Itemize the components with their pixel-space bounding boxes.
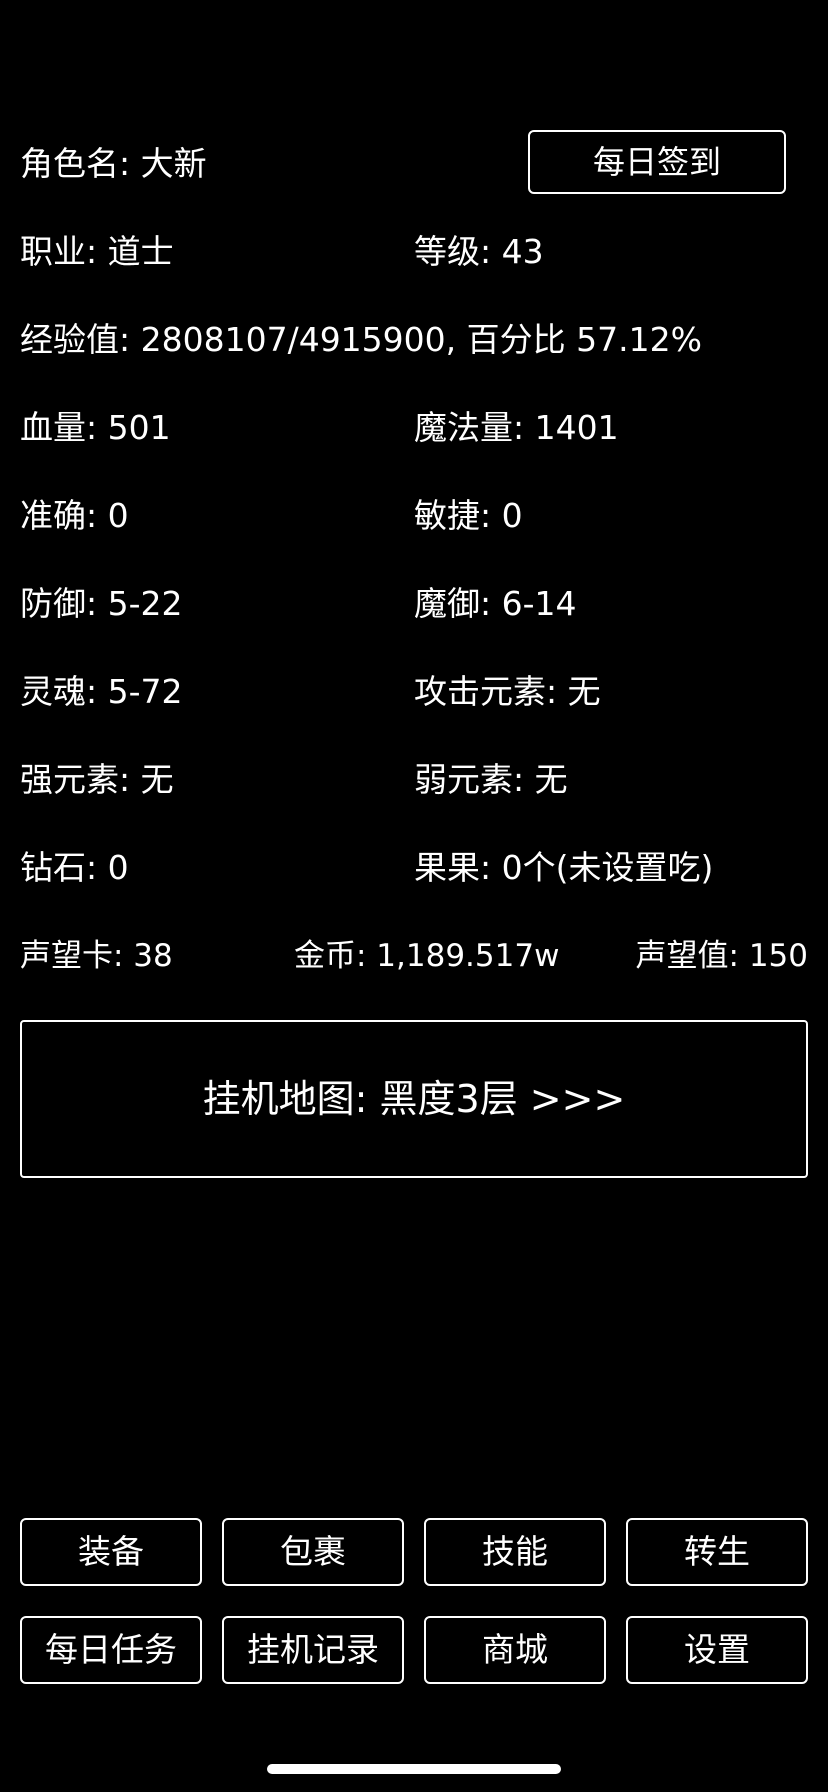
magic-defense-value: 魔御: 6-14 [414, 584, 577, 623]
reputation-value: 声望值: 150 [635, 938, 808, 974]
attack-element-value: 攻击元素: 无 [414, 672, 601, 711]
home-indicator[interactable] [267, 1764, 561, 1774]
exp-row: 经验值: 2808107/4915900, 百分比 57.12% [20, 318, 808, 362]
strong-element-value: 强元素: 无 [20, 760, 174, 799]
agility-value: 敏捷: 0 [414, 496, 523, 535]
diamond-fruit-row: 钻石: 0 果果: 0个(未设置吃) [20, 846, 808, 890]
currency-row: 声望卡: 38 金币: 1,189.517w 声望值: 150 [20, 934, 808, 978]
soul-value: 灵魂: 5-72 [20, 672, 183, 711]
hp-value: 血量: 501 [20, 408, 171, 447]
settings-button[interactable]: 设置 [626, 1616, 808, 1684]
exp-value: 经验值: 2808107/4915900, 百分比 57.12% [20, 320, 702, 359]
accuracy-value: 准确: 0 [20, 496, 129, 535]
level-value: 等级: 43 [414, 232, 544, 271]
bag-button[interactable]: 包裹 [222, 1518, 404, 1586]
defense-row: 防御: 5-22 魔御: 6-14 [20, 582, 808, 626]
gold-value: 金币: 1,189.517w [294, 938, 560, 974]
diamond-value: 钻石: 0 [20, 848, 129, 887]
weak-element-value: 弱元素: 无 [414, 760, 568, 799]
character-name-label: 角色名: 大新 [20, 144, 207, 183]
accuracy-agility-row: 准确: 0 敏捷: 0 [20, 494, 808, 538]
job-value: 职业: 道士 [20, 232, 174, 271]
idle-log-button[interactable]: 挂机记录 [222, 1616, 404, 1684]
reputation-card-value: 声望卡: 38 [20, 938, 173, 974]
element-row: 强元素: 无 弱元素: 无 [20, 758, 808, 802]
daily-tasks-button[interactable]: 每日任务 [20, 1616, 202, 1684]
idle-map-button[interactable]: 挂机地图: 黑度3层 >>> [20, 1020, 808, 1178]
daily-sign-in-button[interactable]: 每日签到 [528, 130, 786, 194]
equipment-button[interactable]: 装备 [20, 1518, 202, 1586]
fruit-value: 果果: 0个(未设置吃) [414, 848, 714, 887]
defense-value: 防御: 5-22 [20, 584, 183, 623]
job-level-row: 职业: 道士 等级: 43 [20, 230, 808, 274]
shop-button[interactable]: 商城 [424, 1616, 606, 1684]
skills-button[interactable]: 技能 [424, 1518, 606, 1586]
rebirth-button[interactable]: 转生 [626, 1518, 808, 1586]
soul-row: 灵魂: 5-72 攻击元素: 无 [20, 670, 808, 714]
mp-value: 魔法量: 1401 [414, 408, 619, 447]
hp-mp-row: 血量: 501 魔法量: 1401 [20, 406, 808, 450]
